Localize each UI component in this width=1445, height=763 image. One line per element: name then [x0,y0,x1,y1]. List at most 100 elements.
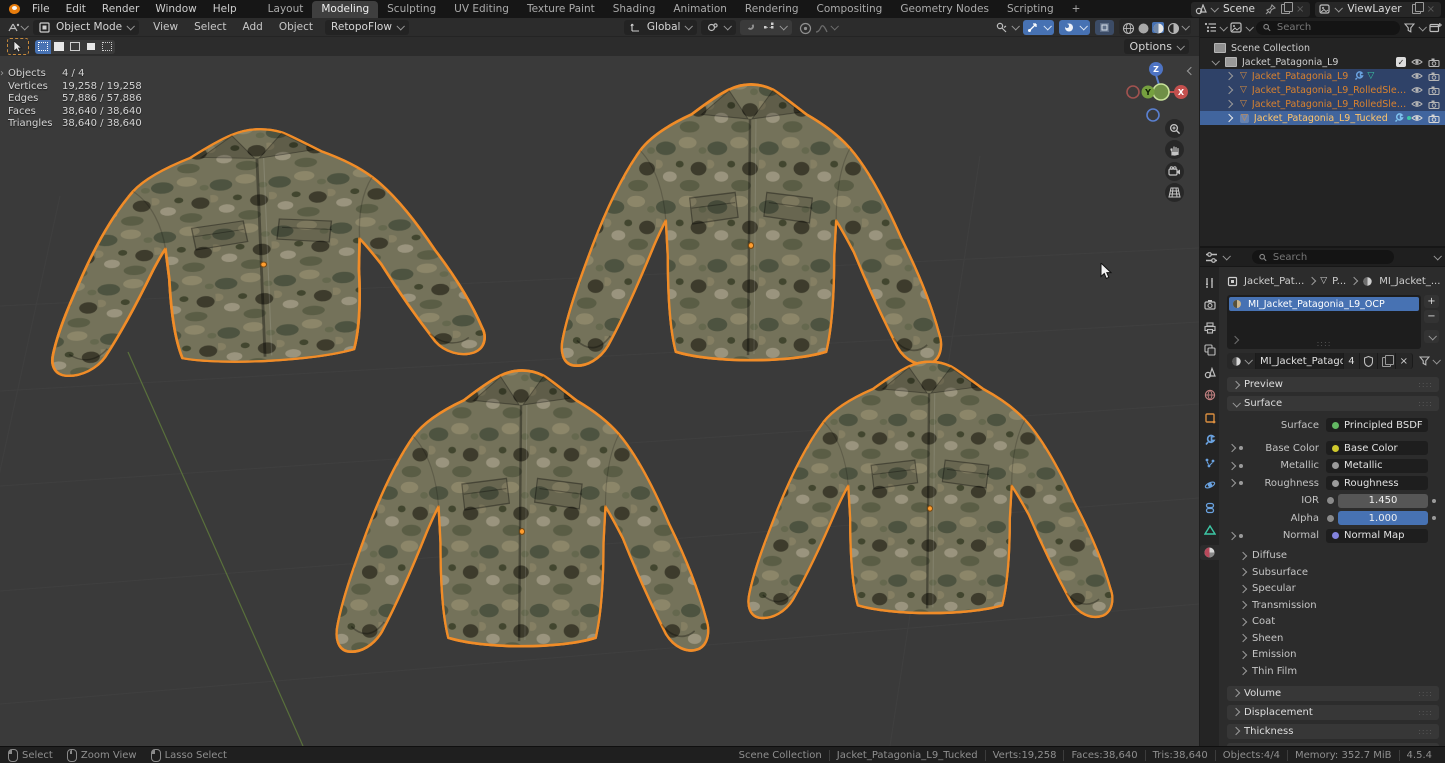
shading-solid-icon[interactable] [1137,22,1149,33]
tab-particles[interactable] [1200,455,1219,470]
chevron-down-icon[interactable] [1335,4,1343,12]
users-count-button[interactable]: 4 [1344,353,1359,369]
expand-icon[interactable] [1225,100,1233,108]
toggle-orthographic-button[interactable] [1165,183,1184,202]
collapse-icon[interactable] [1211,57,1219,65]
tab-physics[interactable] [1200,478,1219,493]
chevron-down-icon[interactable] [20,22,28,30]
shading-rendered-icon[interactable] [1167,22,1179,33]
outliner-row-jacket-tucked[interactable]: ▽ Jacket_Patagonia_L9_Tucked [1200,111,1445,125]
tab-data[interactable] [1200,523,1219,538]
ior-slider[interactable]: 1.450 [1338,494,1428,508]
panel-thickness[interactable]: Thickness :::: [1227,724,1439,739]
tab-tool[interactable] [1200,275,1219,290]
hide-eye-icon[interactable] [1411,100,1423,108]
hide-eye-icon[interactable] [1411,114,1423,122]
material-slot-active[interactable]: MI_Jacket_Patagonia_L9_OCP [1229,297,1419,311]
chevron-down-icon[interactable] [1181,22,1189,30]
tab-modifiers[interactable] [1200,433,1219,448]
editor-type-icon[interactable] [7,22,19,33]
tab-animation[interactable]: Animation [664,1,736,18]
outliner-row-jacket-rolledsleeves[interactable]: ▽ Jacket_Patagonia_L9_RolledSleeves [1200,83,1445,97]
camera-view-button[interactable] [1165,162,1184,181]
drag-grip-icon[interactable]: :::: [1418,399,1433,408]
expand-icon[interactable] [1225,86,1233,94]
snap-target[interactable] [701,20,736,35]
remove-slot-button[interactable]: − [1424,310,1439,323]
filter-icon[interactable] [1419,356,1430,366]
menu-view[interactable]: View [145,18,186,36]
chevron-down-icon[interactable] [1418,23,1426,31]
pin-icon[interactable] [1265,4,1277,15]
tab-layout[interactable]: Layout [259,1,313,18]
new-collection-icon[interactable] [1429,22,1441,33]
subpanel-thin-film[interactable]: Thin Film [1227,663,1439,680]
slot-expand-icon[interactable] [1232,335,1238,346]
sidebar-toggle-icon[interactable] [1188,64,1194,77]
animate-dot-icon[interactable] [1239,534,1243,538]
panel-volume[interactable]: Volume :::: [1227,686,1439,701]
collection-checkbox[interactable]: ✓ [1396,57,1406,67]
add-slot-button[interactable]: + [1424,295,1439,308]
chevron-down-icon[interactable] [1210,4,1218,12]
jacket-object-2[interactable] [562,84,941,365]
overlays-toggle[interactable] [1059,20,1090,35]
options-menu[interactable]: Options [1124,39,1189,54]
viewlayer-selector[interactable]: ViewLayer × [1315,2,1441,17]
hide-eye-icon[interactable] [1411,72,1423,80]
tab-world[interactable] [1200,388,1219,403]
tab-render[interactable] [1200,298,1219,313]
tab-shading[interactable]: Shading [604,1,665,18]
panel-preview[interactable]: Preview :::: [1227,377,1439,392]
navigation-gizmo[interactable]: Z Y X [1120,58,1195,183]
metallic-field[interactable]: Metallic [1326,459,1428,473]
hide-eye-icon[interactable] [1411,58,1423,66]
decorator-dot-icon[interactable] [1432,499,1436,503]
chevron-down-icon[interactable] [1433,252,1441,260]
select-mode-intersect-button[interactable] [99,40,115,54]
expand-icon[interactable] [1228,444,1236,452]
outliner-search[interactable] [1256,21,1400,35]
xray-toggle[interactable] [1095,20,1114,35]
show-gizmo-icon[interactable] [995,22,1007,33]
falloff-curve-icon[interactable] [815,22,827,33]
panel-displacement[interactable]: Displacement :::: [1227,705,1439,720]
decorator-dot-icon[interactable] [1432,516,1436,520]
pan-view-button[interactable] [1165,140,1184,159]
menu-add[interactable]: Add [234,18,270,36]
expand-icon[interactable] [1228,479,1236,487]
disable-render-camera-icon[interactable] [1428,58,1440,67]
fake-user-button[interactable] [1360,353,1378,369]
subpanel-specular[interactable]: Specular [1227,581,1439,598]
scene-selector[interactable]: Scene × [1191,2,1310,17]
shading-material-preview-icon[interactable] [1152,22,1164,33]
animate-dot-icon[interactable] [1239,481,1243,485]
surface-shader-field[interactable]: Principled BSDF [1326,418,1428,432]
tab-geometry-nodes[interactable]: Geometry Nodes [891,1,998,18]
material-slot-list[interactable]: MI_Jacket_Patagonia_L9_OCP :::: [1227,295,1421,349]
tab-scene[interactable] [1200,365,1219,380]
new-viewlayer-icon[interactable] [1412,4,1421,14]
editor-type-icon[interactable] [1205,252,1217,263]
expand-icon[interactable] [1228,531,1236,539]
properties-search[interactable] [1252,250,1394,264]
chevron-down-icon[interactable] [1219,23,1227,31]
outliner-row-collection-jacket[interactable]: Jacket_Patagonia_L9 ✓ [1200,55,1445,69]
viewlayer-name[interactable]: ViewLayer [1345,3,1407,15]
drag-grip-icon[interactable]: :::: [1418,727,1433,736]
properties-search-input[interactable] [1271,251,1387,264]
tab-sculpting[interactable]: Sculpting [378,1,445,18]
add-workspace-button[interactable]: + [1063,1,1090,18]
mode-selector[interactable]: Object Mode [33,20,139,35]
disable-render-camera-icon[interactable] [1428,114,1440,123]
active-tool-select-box[interactable] [7,38,29,55]
jacket-object-3[interactable] [337,370,709,651]
unlink-material-button[interactable]: × [1396,353,1413,369]
gizmos-toggle[interactable] [1023,20,1054,35]
disable-render-camera-icon[interactable] [1428,72,1440,81]
drag-grip-icon[interactable]: :::: [1418,708,1433,717]
menu-edit[interactable]: Edit [58,0,94,18]
menu-render[interactable]: Render [94,0,147,18]
hide-eye-icon[interactable] [1411,86,1423,94]
breadcrumb-mesh[interactable]: P... [1332,276,1346,287]
